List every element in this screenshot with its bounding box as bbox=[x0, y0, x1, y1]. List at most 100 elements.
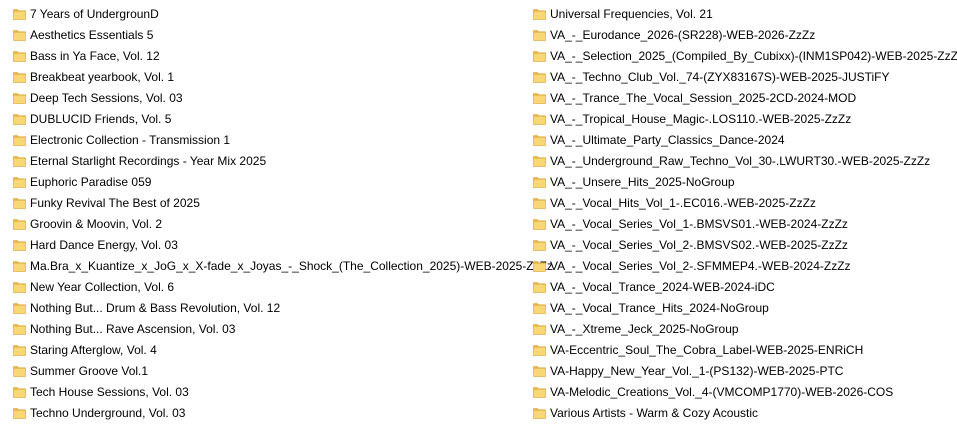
folder-item[interactable]: Techno Underground, Vol. 03 bbox=[13, 402, 523, 423]
folder-name: Eternal Starlight Recordings - Year Mix … bbox=[30, 153, 267, 168]
folder-item[interactable]: VA_-_Vocal_Trance_2024-WEB-2024-iDC bbox=[533, 276, 953, 297]
folder-item[interactable]: Bass in Ya Face, Vol. 12 bbox=[13, 45, 523, 66]
folder-item[interactable]: VA-Melodic_Creations_Vol._4-(VMCOMP1770)… bbox=[533, 381, 953, 402]
folder-item[interactable]: VA_-_Unsere_Hits_2025-NoGroup bbox=[533, 171, 953, 192]
folder-icon bbox=[13, 49, 26, 62]
folder-name: DUBLUCID Friends, Vol. 5 bbox=[30, 111, 172, 126]
folder-item[interactable]: VA_-_Vocal_Trance_Hits_2024-NoGroup bbox=[533, 297, 953, 318]
folder-icon bbox=[13, 259, 26, 272]
folder-item[interactable]: Tech House Sessions, Vol. 03 bbox=[13, 381, 523, 402]
folder-item[interactable]: Ma.Bra_x_Kuantize_x_JoG_x_X-fade_x_Joyas… bbox=[13, 255, 553, 276]
folder-item[interactable]: VA_-_Ultimate_Party_Classics_Dance-2024 bbox=[533, 129, 953, 150]
file-list-column-1: 7 Years of UndergrounD Aesthetics Essent… bbox=[13, 3, 553, 423]
folder-icon bbox=[13, 91, 26, 104]
folder-item[interactable]: Groovin & Moovin, Vol. 2 bbox=[13, 213, 523, 234]
folder-name: New Year Collection, Vol. 6 bbox=[30, 279, 175, 294]
folder-item[interactable]: VA_-_Vocal_Series_Vol_2-.BMSVS02.-WEB-20… bbox=[533, 234, 953, 255]
folder-name: VA_-_Vocal_Series_Vol_1-.BMSVS01.-WEB-20… bbox=[550, 216, 848, 231]
folder-icon bbox=[13, 175, 26, 188]
folder-item[interactable]: Universal Frequencies, Vol. 21 bbox=[533, 3, 953, 24]
folder-item[interactable]: VA_-_Selection_2025_(Compiled_By_Cubixx)… bbox=[533, 45, 957, 66]
folder-icon bbox=[533, 217, 546, 230]
folder-name: Aesthetics Essentials 5 bbox=[30, 27, 154, 42]
folder-name: Electronic Collection - Transmission 1 bbox=[30, 132, 231, 147]
folder-icon bbox=[13, 196, 26, 209]
folder-name: VA_-_Vocal_Series_Vol_2-.SFMMEP4.-WEB-20… bbox=[550, 258, 851, 273]
folder-icon bbox=[13, 280, 26, 293]
folder-icon bbox=[13, 133, 26, 146]
folder-name: VA_-_Xtreme_Jeck_2025-NoGroup bbox=[550, 321, 739, 336]
folder-name: VA_-_Trance_The_Vocal_Session_2025-2CD-2… bbox=[550, 90, 857, 105]
folder-item[interactable]: Various Artists - Warm & Cozy Acoustic bbox=[533, 402, 953, 423]
folder-icon bbox=[533, 133, 546, 146]
folder-name: Nothing But... Drum & Bass Revolution, V… bbox=[30, 300, 281, 315]
folder-item[interactable]: New Year Collection, Vol. 6 bbox=[13, 276, 523, 297]
folder-name: Summer Groove Vol.1 bbox=[30, 363, 149, 378]
folder-name: VA_-_Unsere_Hits_2025-NoGroup bbox=[550, 174, 735, 189]
folder-item[interactable]: Funky Revival The Best of 2025 bbox=[13, 192, 523, 213]
folder-icon bbox=[13, 154, 26, 167]
folder-item[interactable]: Nothing But... Rave Ascension, Vol. 03 bbox=[13, 318, 523, 339]
folder-item[interactable]: VA_-_Trance_The_Vocal_Session_2025-2CD-2… bbox=[533, 87, 953, 108]
folder-item[interactable]: Euphoric Paradise 059 bbox=[13, 171, 523, 192]
folder-name: VA_-_Tropical_House_Magic-.LOS110.-WEB-2… bbox=[550, 111, 852, 126]
folder-name: VA_-_Underground_Raw_Techno_Vol_30-.LWUR… bbox=[550, 153, 931, 168]
folder-item[interactable]: Summer Groove Vol.1 bbox=[13, 360, 523, 381]
folder-icon bbox=[533, 196, 546, 209]
folder-item[interactable]: VA_-_Tropical_House_Magic-.LOS110.-WEB-2… bbox=[533, 108, 953, 129]
folder-icon bbox=[13, 364, 26, 377]
folder-icon bbox=[533, 91, 546, 104]
folder-item[interactable]: Hard Dance Energy, Vol. 03 bbox=[13, 234, 523, 255]
folder-name: Groovin & Moovin, Vol. 2 bbox=[30, 216, 163, 231]
folder-item[interactable]: 7 Years of UndergrounD bbox=[13, 3, 523, 24]
folder-name: VA_-_Techno_Club_Vol._74-(ZYX83167S)-WEB… bbox=[550, 69, 890, 84]
folder-icon bbox=[533, 238, 546, 251]
folder-item[interactable]: VA_-_Vocal_Hits_Vol_1-.EC016.-WEB-2025-Z… bbox=[533, 192, 953, 213]
folder-item[interactable]: VA_-_Xtreme_Jeck_2025-NoGroup bbox=[533, 318, 953, 339]
folder-item[interactable]: VA_-_Techno_Club_Vol._74-(ZYX83167S)-WEB… bbox=[533, 66, 953, 87]
folder-item[interactable]: VA-Eccentric_Soul_The_Cobra_Label-WEB-20… bbox=[533, 339, 953, 360]
folder-name: Funky Revival The Best of 2025 bbox=[30, 195, 200, 210]
folder-item[interactable]: DUBLUCID Friends, Vol. 5 bbox=[13, 108, 523, 129]
folder-icon bbox=[533, 7, 546, 20]
folder-icon bbox=[13, 70, 26, 83]
folder-icon bbox=[13, 217, 26, 230]
folder-icon bbox=[533, 49, 546, 62]
folder-item[interactable]: Eternal Starlight Recordings - Year Mix … bbox=[13, 150, 523, 171]
folder-item[interactable]: Electronic Collection - Transmission 1 bbox=[13, 129, 523, 150]
folder-item[interactable]: VA_-_Eurodance_2026-(SR228)-WEB-2026-ZzZ… bbox=[533, 24, 953, 45]
folder-name: Ma.Bra_x_Kuantize_x_JoG_x_X-fade_x_Joyas… bbox=[30, 258, 553, 273]
folder-icon bbox=[13, 301, 26, 314]
folder-item[interactable]: Deep Tech Sessions, Vol. 03 bbox=[13, 87, 523, 108]
file-list-column-2: Universal Frequencies, Vol. 21 VA_-_Euro… bbox=[533, 3, 957, 423]
folder-item[interactable]: Staring Afterglow, Vol. 4 bbox=[13, 339, 523, 360]
folder-icon bbox=[533, 385, 546, 398]
folder-item[interactable]: Aesthetics Essentials 5 bbox=[13, 24, 523, 45]
folder-name: VA-Eccentric_Soul_The_Cobra_Label-WEB-20… bbox=[550, 342, 864, 357]
folder-name: VA_-_Selection_2025_(Compiled_By_Cubixx)… bbox=[550, 48, 957, 63]
folder-icon bbox=[13, 238, 26, 251]
folder-icon bbox=[13, 385, 26, 398]
folder-name: Techno Underground, Vol. 03 bbox=[30, 405, 186, 420]
folder-item[interactable]: Nothing But... Drum & Bass Revolution, V… bbox=[13, 297, 523, 318]
folder-name: Tech House Sessions, Vol. 03 bbox=[30, 384, 189, 399]
folder-icon bbox=[13, 7, 26, 20]
folder-icon bbox=[533, 154, 546, 167]
folder-item[interactable]: VA-Happy_New_Year_Vol._1-(PS132)-WEB-202… bbox=[533, 360, 953, 381]
folder-item[interactable]: VA_-_Vocal_Series_Vol_2-.SFMMEP4.-WEB-20… bbox=[533, 255, 953, 276]
folder-name: VA-Happy_New_Year_Vol._1-(PS132)-WEB-202… bbox=[550, 363, 844, 378]
folder-name: Hard Dance Energy, Vol. 03 bbox=[30, 237, 178, 252]
folder-item[interactable]: VA_-_Underground_Raw_Techno_Vol_30-.LWUR… bbox=[533, 150, 953, 171]
folder-icon bbox=[13, 28, 26, 41]
folder-item[interactable]: VA_-_Vocal_Series_Vol_1-.BMSVS01.-WEB-20… bbox=[533, 213, 953, 234]
folder-item[interactable]: Breakbeat yearbook, Vol. 1 bbox=[13, 66, 523, 87]
folder-name: 7 Years of UndergrounD bbox=[30, 6, 159, 21]
folder-icon bbox=[533, 343, 546, 356]
folder-name: Universal Frequencies, Vol. 21 bbox=[550, 6, 713, 21]
folder-name: Euphoric Paradise 059 bbox=[30, 174, 152, 189]
folder-name: Bass in Ya Face, Vol. 12 bbox=[30, 48, 160, 63]
folder-icon bbox=[533, 322, 546, 335]
folder-name: VA_-_Vocal_Trance_Hits_2024-NoGroup bbox=[550, 300, 769, 315]
folder-icon bbox=[533, 301, 546, 314]
file-list: 7 Years of UndergrounD Aesthetics Essent… bbox=[0, 3, 957, 429]
